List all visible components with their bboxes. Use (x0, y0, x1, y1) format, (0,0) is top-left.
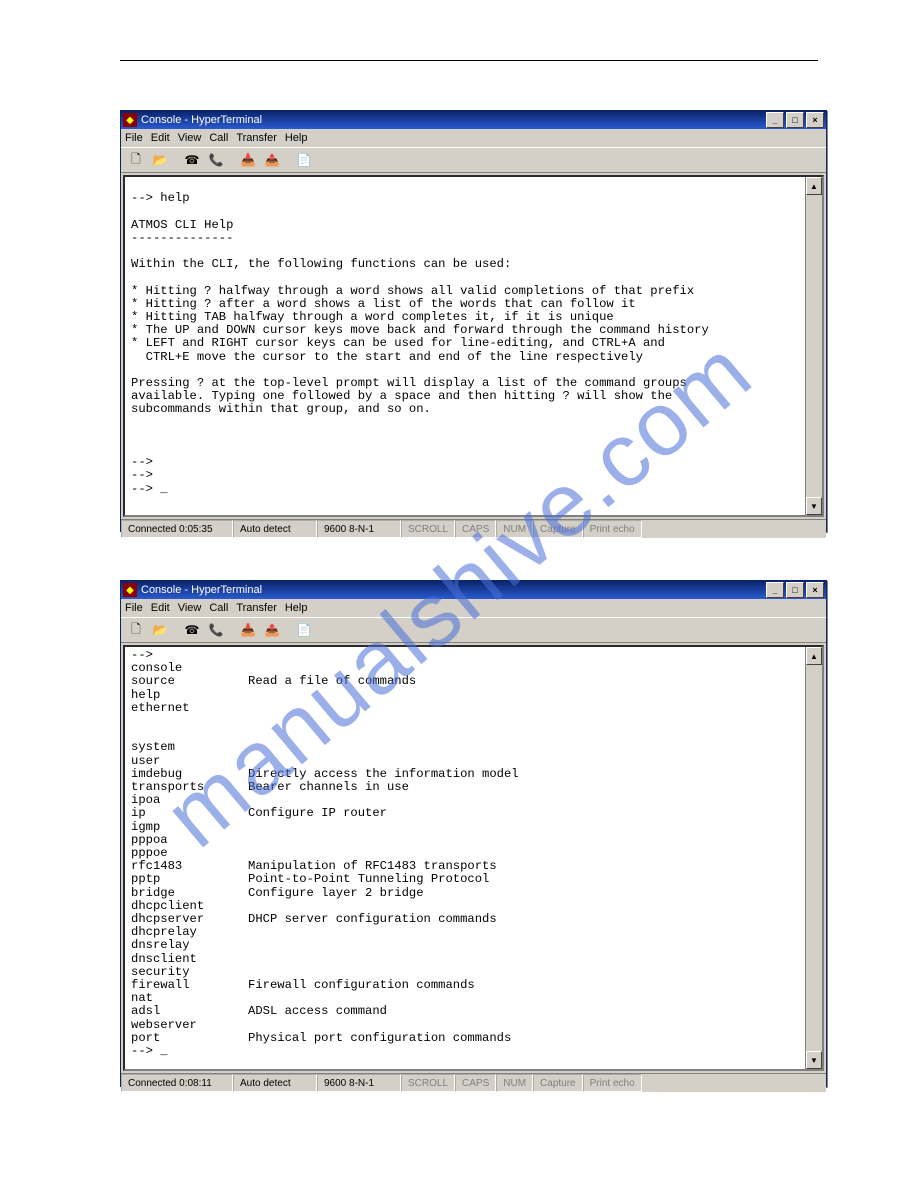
terminal-output: --> help ATMOS CLI Help -------------- W… (125, 177, 822, 498)
status-printecho: Print echo (583, 1074, 642, 1092)
receive-icon[interactable]: 📤 (261, 619, 283, 641)
terminal-area[interactable]: --> help ATMOS CLI Help -------------- W… (123, 175, 824, 517)
status-printecho: Print echo (583, 520, 642, 538)
new-icon[interactable]: 🗋 (125, 149, 147, 171)
disconnect-icon[interactable]: 📞 (205, 619, 227, 641)
scroll-up-icon[interactable]: ▲ (806, 647, 822, 665)
menu-transfer[interactable]: Transfer (236, 132, 277, 144)
app-icon: ◆ (123, 113, 137, 127)
menu-call[interactable]: Call (209, 602, 228, 614)
terminal-output: --> console source Read a file of comman… (125, 647, 822, 1060)
scroll-down-icon[interactable]: ▼ (806, 497, 822, 515)
statusbar: Connected 0:05:35 Auto detect 9600 8-N-1… (121, 519, 826, 538)
toolbar: 🗋 📂 ☎ 📞 📥 📤 📄 (121, 617, 826, 643)
toolbar: 🗋 📂 ☎ 📞 📥 📤 📄 (121, 147, 826, 173)
hyperterminal-window-1: ◆ Console - HyperTerminal _ □ × File Edi… (120, 110, 827, 532)
menubar: File Edit View Call Transfer Help (121, 129, 826, 147)
status-scroll: SCROLL (401, 520, 455, 538)
scroll-up-icon[interactable]: ▲ (806, 177, 822, 195)
titlebar[interactable]: ◆ Console - HyperTerminal _ □ × (121, 581, 826, 599)
minimize-button[interactable]: _ (766, 582, 784, 598)
open-icon[interactable]: 📂 (149, 149, 171, 171)
menubar: File Edit View Call Transfer Help (121, 599, 826, 617)
app-icon: ◆ (123, 583, 137, 597)
receive-icon[interactable]: 📤 (261, 149, 283, 171)
status-num: NUM (496, 520, 533, 538)
status-capture: Capture (533, 520, 583, 538)
status-num: NUM (496, 1074, 533, 1092)
disconnect-icon[interactable]: 📞 (205, 149, 227, 171)
menu-help[interactable]: Help (285, 132, 308, 144)
menu-call[interactable]: Call (209, 132, 228, 144)
menu-help[interactable]: Help (285, 602, 308, 614)
connect-icon[interactable]: ☎ (181, 619, 203, 641)
status-connected: Connected 0:08:11 (121, 1074, 233, 1092)
minimize-button[interactable]: _ (766, 112, 784, 128)
menu-file[interactable]: File (125, 602, 143, 614)
scroll-down-icon[interactable]: ▼ (806, 1051, 822, 1069)
status-baud: 9600 8-N-1 (317, 520, 401, 538)
status-connected: Connected 0:05:35 (121, 520, 233, 538)
properties-icon[interactable]: 📄 (293, 149, 315, 171)
open-icon[interactable]: 📂 (149, 619, 171, 641)
statusbar: Connected 0:08:11 Auto detect 9600 8-N-1… (121, 1073, 826, 1092)
connect-icon[interactable]: ☎ (181, 149, 203, 171)
status-caps: CAPS (455, 1074, 496, 1092)
status-capture: Capture (533, 1074, 583, 1092)
send-icon[interactable]: 📥 (237, 149, 259, 171)
hyperterminal-window-2: ◆ Console - HyperTerminal _ □ × File Edi… (120, 580, 827, 1087)
close-button[interactable]: × (806, 582, 824, 598)
status-autodetect: Auto detect (233, 520, 317, 538)
maximize-button[interactable]: □ (786, 582, 804, 598)
close-button[interactable]: × (806, 112, 824, 128)
maximize-button[interactable]: □ (786, 112, 804, 128)
titlebar[interactable]: ◆ Console - HyperTerminal _ □ × (121, 111, 826, 129)
status-caps: CAPS (455, 520, 496, 538)
menu-view[interactable]: View (178, 132, 202, 144)
window-title: Console - HyperTerminal (141, 584, 262, 596)
status-baud: 9600 8-N-1 (317, 1074, 401, 1092)
window-title: Console - HyperTerminal (141, 114, 262, 126)
send-icon[interactable]: 📥 (237, 619, 259, 641)
properties-icon[interactable]: 📄 (293, 619, 315, 641)
menu-edit[interactable]: Edit (151, 132, 170, 144)
new-icon[interactable]: 🗋 (125, 619, 147, 641)
scrollbar[interactable]: ▲ ▼ (805, 177, 822, 515)
page-rule (120, 60, 818, 61)
status-scroll: SCROLL (401, 1074, 455, 1092)
menu-transfer[interactable]: Transfer (236, 602, 277, 614)
menu-file[interactable]: File (125, 132, 143, 144)
status-autodetect: Auto detect (233, 1074, 317, 1092)
menu-edit[interactable]: Edit (151, 602, 170, 614)
menu-view[interactable]: View (178, 602, 202, 614)
scrollbar[interactable]: ▲ ▼ (805, 647, 822, 1069)
terminal-area[interactable]: --> console source Read a file of comman… (123, 645, 824, 1071)
